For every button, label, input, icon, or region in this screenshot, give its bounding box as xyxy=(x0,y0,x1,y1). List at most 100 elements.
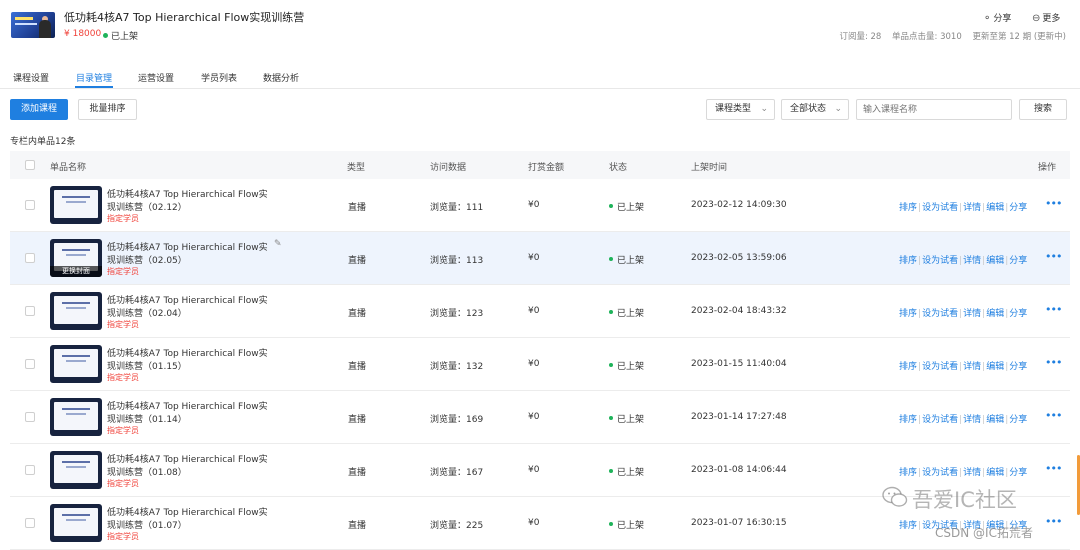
details-link[interactable]: 详情 xyxy=(963,468,981,478)
table-row[interactable]: 低功耗4核A7 Top Hierarchical Flow实 现训练营（01.08… xyxy=(10,444,1070,497)
lesson-title[interactable]: 低功耗4核A7 Top Hierarchical Flow实 xyxy=(107,399,268,412)
table-row[interactable]: 低功耗4核A7 Top Hierarchical Flow实 现训练营（01.07… xyxy=(10,497,1070,550)
row-checkbox[interactable] xyxy=(25,359,35,369)
more-actions-icon[interactable]: ••• xyxy=(1045,356,1062,369)
column-header-status: 状态 xyxy=(609,163,628,173)
row-checkbox[interactable] xyxy=(25,200,35,210)
details-link[interactable]: 详情 xyxy=(963,362,981,372)
set-trial-link[interactable]: 设为试看 xyxy=(922,256,958,266)
edit-link[interactable]: 编辑 xyxy=(986,256,1004,266)
details-link[interactable]: 详情 xyxy=(963,256,981,266)
table-row[interactable]: 低功耗4核A7 Top Hierarchical Flow实 现训练营（01.14… xyxy=(10,391,1070,444)
more-actions-icon[interactable]: ••• xyxy=(1045,515,1062,528)
lesson-title[interactable]: 低功耗4核A7 Top Hierarchical Flow实 xyxy=(107,293,268,306)
status-select[interactable]: 全部状态 ⌄ xyxy=(781,99,849,120)
more-actions-icon[interactable]: ••• xyxy=(1045,462,1062,475)
more-actions-icon[interactable]: ••• xyxy=(1045,303,1062,316)
lesson-subtitle[interactable]: 现训练营（02.04） xyxy=(107,306,187,319)
lesson-title[interactable]: 低功耗4核A7 Top Hierarchical Flow实 xyxy=(107,346,268,359)
row-actions: 排序|设为试看|详情|编辑|分享 xyxy=(899,465,1027,478)
share-link[interactable]: 分享 xyxy=(1009,309,1027,319)
action-separator: | xyxy=(918,309,922,319)
table-row[interactable]: 低功耗4核A7 Top Hierarchical Flow实 现训练营（02.12… xyxy=(10,179,1070,232)
share-link[interactable]: 分享 xyxy=(1009,203,1027,213)
sort-link[interactable]: 排序 xyxy=(899,256,917,266)
set-trial-link[interactable]: 设为试看 xyxy=(922,362,958,372)
lesson-subtitle[interactable]: 现训练营（02.05） xyxy=(107,253,187,266)
lesson-title[interactable]: 低功耗4核A7 Top Hierarchical Flow实 xyxy=(107,240,268,253)
sort-link[interactable]: 排序 xyxy=(899,309,917,319)
tab-course-settings[interactable]: 课程设置 xyxy=(13,71,49,84)
lesson-status: 已上架 xyxy=(609,412,644,425)
more-actions-icon[interactable]: ••• xyxy=(1045,197,1062,210)
edit-link[interactable]: 编辑 xyxy=(986,415,1004,425)
edit-link[interactable]: 编辑 xyxy=(986,309,1004,319)
more-actions-icon[interactable]: ••• xyxy=(1045,409,1062,422)
row-checkbox[interactable] xyxy=(25,253,35,263)
lesson-subtitle[interactable]: 现训练营（02.12） xyxy=(107,200,187,213)
course-name-search-input[interactable] xyxy=(856,99,1012,120)
course-type-select-value: 课程类型 xyxy=(715,104,752,114)
sort-link[interactable]: 排序 xyxy=(899,468,917,478)
set-trial-link[interactable]: 设为试看 xyxy=(922,309,958,319)
details-link[interactable]: 详情 xyxy=(963,415,981,425)
course-type-select[interactable]: 课程类型 ⌄ xyxy=(706,99,775,120)
sort-link[interactable]: 排序 xyxy=(899,415,917,425)
row-checkbox[interactable] xyxy=(25,306,35,316)
select-all-checkbox[interactable] xyxy=(25,160,35,170)
share-link[interactable]: 分享 xyxy=(1009,362,1027,372)
edit-link[interactable]: 编辑 xyxy=(986,203,1004,213)
details-link[interactable]: 详情 xyxy=(963,203,981,213)
set-trial-link[interactable]: 设为试看 xyxy=(922,468,958,478)
share-link[interactable]: 分享 xyxy=(1009,415,1027,425)
more-actions-icon[interactable]: ••• xyxy=(1045,250,1062,263)
lesson-publish-time: 2023-01-15 11:40:04 xyxy=(691,359,787,369)
search-button[interactable]: 搜索 xyxy=(1019,99,1067,120)
row-checkbox[interactable] xyxy=(25,518,35,528)
tab-catalog-management[interactable]: 目录管理 xyxy=(76,71,112,84)
add-course-button[interactable]: 添加课程 xyxy=(10,99,68,120)
details-link[interactable]: 详情 xyxy=(963,309,981,319)
table-row[interactable]: 低功耗4核A7 Top Hierarchical Flow实 现训练营（01.15… xyxy=(10,338,1070,391)
tab-bar: 课程设置 目录管理 运营设置 学员列表 数据分析 xyxy=(0,62,1080,89)
lesson-tips: ¥0 xyxy=(528,412,540,422)
table-row[interactable]: 低功耗4核A7 Top Hierarchical Flow实 现训练营（02.04… xyxy=(10,285,1070,338)
row-checkbox[interactable] xyxy=(25,465,35,475)
batch-sort-button[interactable]: 批量排序 xyxy=(78,99,137,120)
lesson-title[interactable]: 低功耗4核A7 Top Hierarchical Flow实 xyxy=(107,452,268,465)
status-select-value: 全部状态 xyxy=(790,104,827,114)
action-separator: | xyxy=(918,415,922,425)
table-row[interactable]: 更换封面 低功耗4核A7 Top Hierarchical Flow实 现训练营（0… xyxy=(10,232,1070,285)
lesson-subtitle[interactable]: 现训练营（01.07） xyxy=(107,518,187,531)
status-dot-icon xyxy=(609,257,613,261)
tab-operation-settings[interactable]: 运营设置 xyxy=(138,71,174,84)
sort-link[interactable]: 排序 xyxy=(899,521,917,531)
sort-link[interactable]: 排序 xyxy=(899,203,917,213)
pencil-icon[interactable]: ✎ xyxy=(274,239,282,249)
share-label: 分享 xyxy=(993,14,1012,24)
edit-link[interactable]: 编辑 xyxy=(986,468,1004,478)
change-cover-button[interactable]: 更换封面 xyxy=(50,266,102,277)
lesson-tips: ¥0 xyxy=(528,306,540,316)
click-count: 单品点击量: 3010 xyxy=(892,32,962,42)
lesson-title[interactable]: 低功耗4核A7 Top Hierarchical Flow实 xyxy=(107,187,268,200)
lesson-cover-thumbnail[interactable]: 更换封面 xyxy=(50,239,102,277)
lesson-subtitle[interactable]: 现训练营（01.08） xyxy=(107,465,187,478)
set-trial-link[interactable]: 设为试看 xyxy=(922,203,958,213)
lesson-subtitle[interactable]: 现训练营（01.15） xyxy=(107,359,187,372)
share-link[interactable]: 分享 xyxy=(1009,256,1027,266)
more-button[interactable]: ⊖ 更多 xyxy=(1032,11,1060,24)
edit-link[interactable]: 编辑 xyxy=(986,362,1004,372)
lesson-subtitle[interactable]: 现训练营（01.14） xyxy=(107,412,187,425)
tab-data-analysis[interactable]: 数据分析 xyxy=(263,71,299,84)
share-button[interactable]: ⚬ 分享 xyxy=(983,11,1011,24)
lesson-title[interactable]: 低功耗4核A7 Top Hierarchical Flow实 xyxy=(107,505,268,518)
set-trial-link[interactable]: 设为试看 xyxy=(922,415,958,425)
share-link[interactable]: 分享 xyxy=(1009,468,1027,478)
row-checkbox[interactable] xyxy=(25,412,35,422)
watermark-author: CSDN @IC拓荒者 xyxy=(935,526,1033,540)
lesson-type: 直播 xyxy=(348,362,367,372)
lesson-visits: 浏览量：132 xyxy=(430,362,484,372)
tab-student-list[interactable]: 学员列表 xyxy=(201,71,237,84)
sort-link[interactable]: 排序 xyxy=(899,362,917,372)
